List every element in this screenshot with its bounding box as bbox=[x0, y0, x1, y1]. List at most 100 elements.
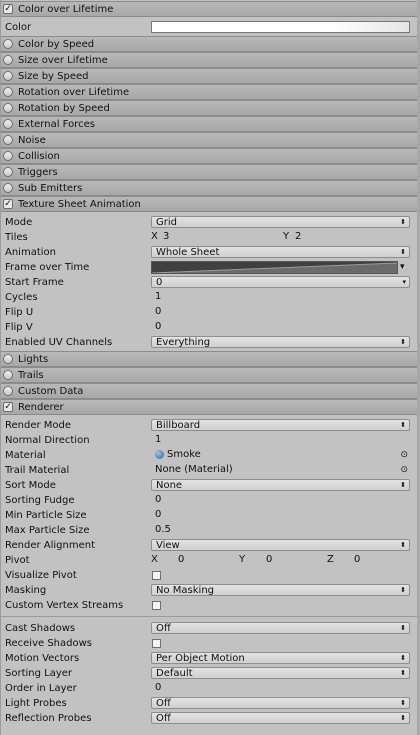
module-enabled-checkbox[interactable]: ✓ bbox=[3, 199, 13, 209]
dropdown-arrow-icon: ⬍ bbox=[400, 421, 406, 429]
section-trails[interactable]: Trails bbox=[0, 367, 420, 383]
section-noise[interactable]: Noise bbox=[0, 132, 420, 148]
section-texture-sheet-animation[interactable]: ✓ Texture Sheet Animation bbox=[0, 196, 420, 212]
cycles-label: Cycles bbox=[5, 292, 38, 303]
render-mode-dropdown[interactable]: Billboard ⬍ bbox=[151, 419, 410, 431]
section-custom-data[interactable]: Custom Data bbox=[0, 383, 420, 399]
min-particle-size-input[interactable]: 0 bbox=[151, 509, 410, 521]
uv-channels-label: Enabled UV Channels bbox=[5, 337, 113, 348]
dropdown-arrow-icon: ▾ bbox=[402, 278, 406, 286]
section-external-forces[interactable]: External Forces bbox=[0, 116, 420, 132]
material-object-field[interactable]: Smoke ⊙ bbox=[151, 449, 410, 461]
section-color-by-speed[interactable]: Color by Speed bbox=[0, 36, 420, 52]
object-picker-icon[interactable]: ⊙ bbox=[400, 449, 408, 461]
receive-shadows-checkbox[interactable] bbox=[152, 639, 161, 648]
module-toggle[interactable] bbox=[3, 151, 13, 161]
section-lights[interactable]: Lights bbox=[0, 351, 420, 367]
cast-shadows-label: Cast Shadows bbox=[5, 623, 76, 634]
reflection-probes-dropdown[interactable]: Off ⬍ bbox=[151, 712, 410, 724]
max-particle-size-input[interactable]: 0.5 bbox=[151, 524, 410, 536]
module-toggle[interactable] bbox=[3, 87, 13, 97]
section-size-by-speed[interactable]: Size by Speed bbox=[0, 68, 420, 84]
start-frame-field[interactable]: 0 ▾ bbox=[151, 276, 410, 288]
mode-row: Mode Grid ⬍ bbox=[0, 215, 420, 230]
frame-over-time-curve[interactable] bbox=[151, 261, 398, 274]
flip-u-input[interactable]: 0 bbox=[151, 306, 410, 318]
motion-vectors-dropdown[interactable]: Per Object Motion ⬍ bbox=[151, 652, 410, 664]
section-triggers[interactable]: Triggers bbox=[0, 164, 420, 180]
material-label: Material bbox=[5, 450, 46, 461]
reflection-probes-value: Off bbox=[156, 713, 171, 724]
flip-v-row: Flip V 0 bbox=[0, 320, 420, 335]
trail-material-object-field[interactable]: None (Material) ⊙ bbox=[151, 464, 410, 476]
order-in-layer-input[interactable]: 0 bbox=[151, 682, 410, 694]
custom-vertex-streams-checkbox[interactable] bbox=[152, 601, 161, 610]
sort-mode-row: Sort Mode None ⬍ bbox=[0, 478, 420, 493]
module-toggle[interactable] bbox=[3, 103, 13, 113]
section-size-over-lifetime[interactable]: Size over Lifetime bbox=[0, 52, 420, 68]
receive-shadows-label: Receive Shadows bbox=[5, 638, 92, 649]
mode-dropdown[interactable]: Grid ⬍ bbox=[151, 216, 410, 228]
frame-over-time-label: Frame over Time bbox=[5, 262, 90, 273]
order-in-layer-row: Order in Layer 0 bbox=[0, 681, 420, 696]
reflection-probes-label: Reflection Probes bbox=[5, 713, 92, 724]
sorting-layer-value: Default bbox=[156, 668, 193, 679]
light-probes-dropdown[interactable]: Off ⬍ bbox=[151, 697, 410, 709]
module-toggle[interactable] bbox=[3, 370, 13, 380]
sort-mode-value: None bbox=[156, 480, 183, 491]
object-picker-icon[interactable]: ⊙ bbox=[400, 464, 408, 476]
sort-mode-dropdown[interactable]: None ⬍ bbox=[151, 479, 410, 491]
curve-menu-icon[interactable]: ▾ bbox=[400, 261, 405, 274]
divider bbox=[0, 616, 420, 617]
pivot-x-input[interactable]: 0 bbox=[174, 554, 234, 566]
cycles-input[interactable]: 1 bbox=[151, 291, 410, 303]
pivot-label: Pivot bbox=[5, 555, 30, 566]
trail-material-row: Trail Material None (Material) ⊙ bbox=[0, 463, 420, 478]
pivot-y-input[interactable]: 0 bbox=[262, 554, 322, 566]
module-enabled-checkbox[interactable]: ✓ bbox=[3, 4, 13, 14]
section-title: External Forces bbox=[18, 119, 95, 130]
dropdown-arrow-icon: ⬍ bbox=[400, 248, 406, 256]
sort-mode-label: Sort Mode bbox=[5, 480, 56, 491]
section-color-over-lifetime[interactable]: ✓ Color over Lifetime bbox=[0, 1, 420, 17]
animation-dropdown[interactable]: Whole Sheet ⬍ bbox=[151, 246, 410, 258]
module-toggle[interactable] bbox=[3, 39, 13, 49]
module-toggle[interactable] bbox=[3, 183, 13, 193]
section-sub-emitters[interactable]: Sub Emitters bbox=[0, 180, 420, 196]
module-toggle[interactable] bbox=[3, 55, 13, 65]
module-toggle[interactable] bbox=[3, 119, 13, 129]
motion-vectors-label: Motion Vectors bbox=[5, 653, 80, 664]
module-toggle[interactable] bbox=[3, 167, 13, 177]
panel-left-border bbox=[0, 0, 1, 735]
section-renderer[interactable]: ✓ Renderer bbox=[0, 399, 420, 415]
sorting-layer-dropdown[interactable]: Default ⬍ bbox=[151, 667, 410, 679]
uv-channels-dropdown[interactable]: Everything ⬍ bbox=[151, 336, 410, 348]
dropdown-arrow-icon: ⬍ bbox=[400, 714, 406, 722]
tiles-y-input[interactable]: 2 bbox=[291, 231, 406, 243]
pivot-z-input[interactable]: 0 bbox=[350, 554, 410, 566]
section-collision[interactable]: Collision bbox=[0, 148, 420, 164]
cast-shadows-dropdown[interactable]: Off ⬍ bbox=[151, 622, 410, 634]
flip-u-label: Flip U bbox=[5, 307, 34, 318]
tiles-x-input[interactable]: 3 bbox=[159, 231, 274, 243]
render-alignment-dropdown[interactable]: View ⬍ bbox=[151, 539, 410, 551]
custom-vertex-streams-row: Custom Vertex Streams bbox=[0, 598, 420, 613]
module-toggle[interactable] bbox=[3, 71, 13, 81]
render-mode-row: Render Mode Billboard ⬍ bbox=[0, 418, 420, 433]
flip-v-input[interactable]: 0 bbox=[151, 321, 410, 333]
dropdown-arrow-icon: ⬍ bbox=[400, 218, 406, 226]
sorting-fudge-input[interactable]: 0 bbox=[151, 494, 410, 506]
module-toggle[interactable] bbox=[3, 386, 13, 396]
module-enabled-checkbox[interactable]: ✓ bbox=[3, 402, 13, 412]
max-particle-size-row: Max Particle Size 0.5 bbox=[0, 523, 420, 538]
color-gradient-field[interactable] bbox=[151, 21, 410, 33]
normal-direction-input[interactable]: 1 bbox=[151, 434, 410, 446]
dropdown-arrow-icon: ⬍ bbox=[400, 586, 406, 594]
start-frame-label: Start Frame bbox=[5, 277, 64, 288]
visualize-pivot-checkbox[interactable] bbox=[152, 571, 161, 580]
module-toggle[interactable] bbox=[3, 354, 13, 364]
masking-dropdown[interactable]: No Masking ⬍ bbox=[151, 584, 410, 596]
module-toggle[interactable] bbox=[3, 135, 13, 145]
section-rotation-over-lifetime[interactable]: Rotation over Lifetime bbox=[0, 84, 420, 100]
section-rotation-by-speed[interactable]: Rotation by Speed bbox=[0, 100, 420, 116]
